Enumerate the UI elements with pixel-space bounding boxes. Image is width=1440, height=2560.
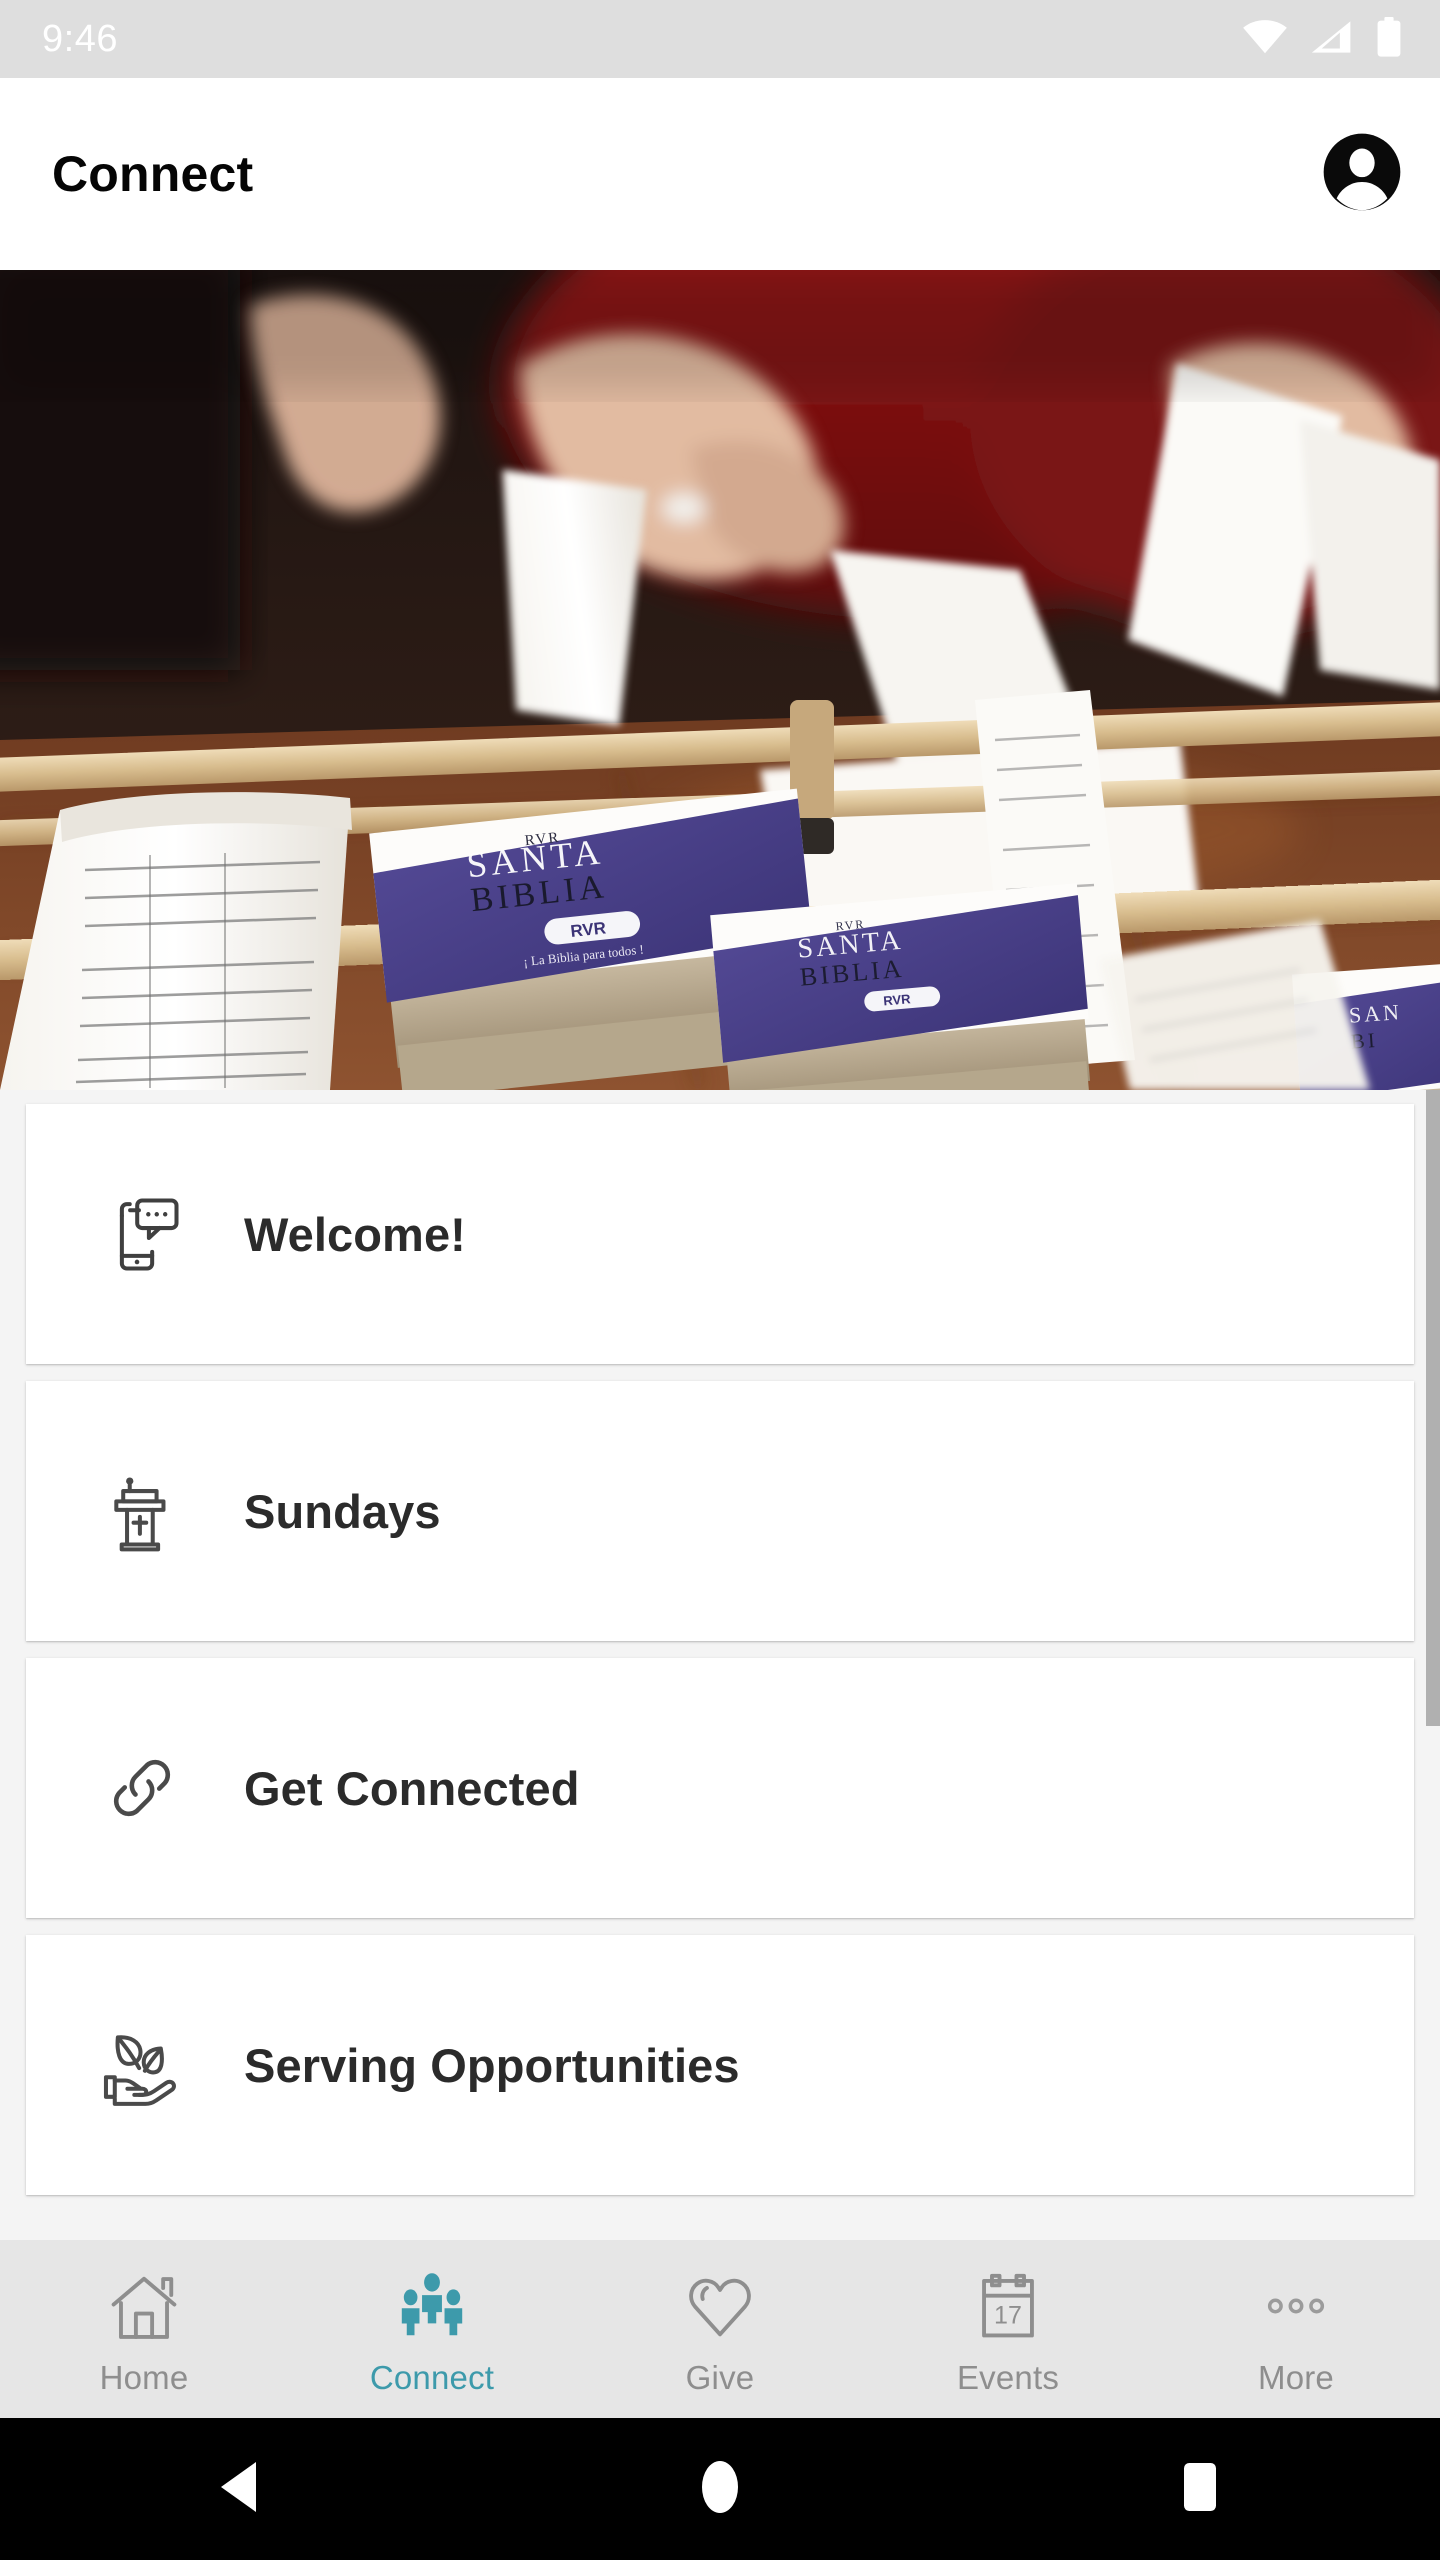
back-button[interactable] bbox=[160, 2418, 320, 2560]
phone-chat-bubble-icon bbox=[94, 1186, 190, 1282]
scrollbar-track[interactable] bbox=[1426, 1090, 1440, 2240]
home-button[interactable] bbox=[640, 2418, 800, 2560]
list-item-get-connected[interactable]: Get Connected bbox=[26, 1658, 1414, 1918]
tab-label: Connect bbox=[369, 2359, 495, 2396]
list-item-label: Serving Opportunities bbox=[244, 2038, 740, 2092]
tab-connect[interactable]: Connect bbox=[288, 2240, 576, 2418]
people-group-icon bbox=[395, 2269, 469, 2343]
cellular-signal-icon bbox=[1310, 19, 1354, 60]
scrollbar-thumb[interactable] bbox=[1426, 1090, 1440, 1726]
tab-label: More bbox=[1258, 2359, 1334, 2396]
list-item-label: Get Connected bbox=[244, 1761, 580, 1815]
pulpit-cross-icon bbox=[94, 1463, 190, 1559]
battery-icon bbox=[1376, 16, 1402, 62]
phone-screen: 9:46 Connect RVR SANTA BIBLIA RVR ¡ La B… bbox=[0, 0, 1440, 2560]
hand-holding-leaves-icon bbox=[94, 2017, 190, 2113]
app-bar: Connect bbox=[0, 78, 1440, 270]
wifi-icon bbox=[1242, 19, 1288, 60]
calendar-day-number: 17 bbox=[994, 2301, 1022, 2329]
page-title: Connect bbox=[52, 146, 254, 202]
system-navigation-bar bbox=[0, 2418, 1440, 2560]
list-item-sundays[interactable]: Sundays bbox=[26, 1381, 1414, 1641]
tab-home[interactable]: Home bbox=[0, 2240, 288, 2418]
tab-label: Give bbox=[685, 2359, 755, 2396]
list-item-serving-opportunities[interactable]: Serving Opportunities bbox=[26, 1935, 1414, 2195]
tab-give[interactable]: Give bbox=[576, 2240, 864, 2418]
tab-label: Home bbox=[99, 2359, 189, 2396]
account-avatar-icon bbox=[1322, 132, 1402, 217]
home-house-icon bbox=[107, 2269, 181, 2343]
status-bar-icons bbox=[1242, 16, 1402, 62]
circle-icon bbox=[694, 2458, 746, 2521]
three-dots-icon bbox=[1259, 2269, 1333, 2343]
list-item-welcome[interactable]: Welcome! bbox=[26, 1104, 1414, 1364]
svg-text:RVR: RVR bbox=[883, 991, 912, 1008]
calendar-icon: 17 bbox=[971, 2269, 1045, 2343]
connect-menu-list[interactable]: Welcome! Sundays Get Connected Serving O… bbox=[0, 1090, 1440, 2240]
tab-more[interactable]: More bbox=[1152, 2240, 1440, 2418]
svg-text:SAN: SAN bbox=[1348, 999, 1403, 1028]
hero-image: RVR SANTA BIBLIA RVR ¡ La Biblia para to… bbox=[0, 270, 1440, 1090]
profile-avatar-button[interactable] bbox=[1318, 130, 1406, 218]
chain-link-icon bbox=[94, 1740, 190, 1836]
recents-button[interactable] bbox=[1120, 2418, 1280, 2560]
tab-events[interactable]: 17 Events bbox=[864, 2240, 1152, 2418]
list-item-label: Welcome! bbox=[244, 1207, 466, 1261]
status-bar-clock: 9:46 bbox=[42, 18, 118, 60]
svg-text:RVR: RVR bbox=[570, 918, 607, 941]
tab-label: Events bbox=[956, 2359, 1060, 2396]
status-bar: 9:46 bbox=[0, 0, 1440, 78]
heart-outline-icon bbox=[683, 2269, 757, 2343]
hero-illustration: RVR SANTA BIBLIA RVR ¡ La Biblia para to… bbox=[0, 270, 1440, 1090]
square-icon bbox=[1177, 2459, 1223, 2520]
triangle-left-icon bbox=[214, 2459, 266, 2520]
bottom-tab-bar: Home Connect Give 17 Events More bbox=[0, 2240, 1440, 2418]
list-item-label: Sundays bbox=[244, 1484, 441, 1538]
